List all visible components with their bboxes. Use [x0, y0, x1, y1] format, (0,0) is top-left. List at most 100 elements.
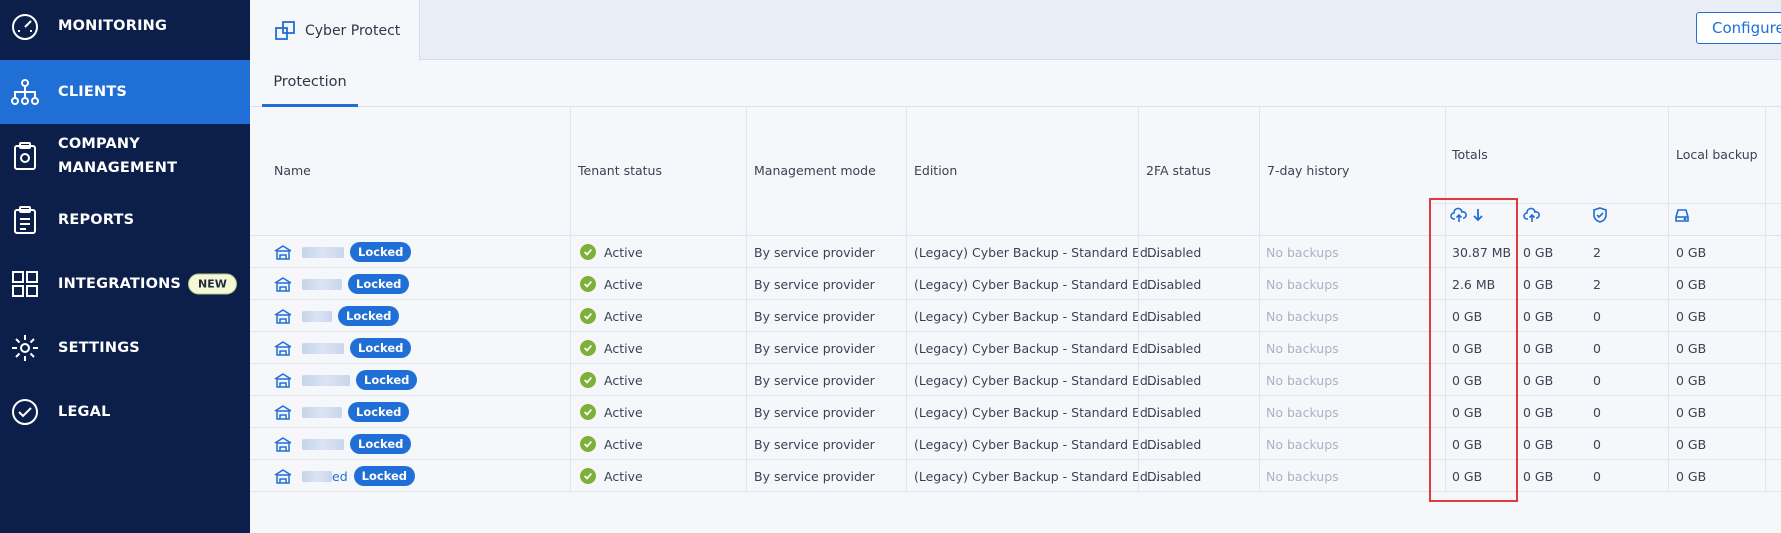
table-row[interactable]: Locked Active By service provider (Legac… [250, 396, 1781, 428]
local-backup: 0 GB [1676, 436, 1707, 452]
locked-badge: Locked [348, 274, 410, 294]
client-name[interactable]: ed [332, 469, 348, 484]
check-icon [580, 340, 596, 356]
col-divider [1765, 236, 1766, 268]
name-cell: Locked [274, 428, 412, 460]
client-name-redacted[interactable] [302, 342, 344, 354]
col-divider [570, 428, 571, 460]
tenant-status-cell: Active [580, 364, 643, 396]
table-row[interactable]: Locked Active By service provider (Legac… [250, 428, 1781, 460]
speedometer-icon [12, 14, 38, 40]
management-mode: By service provider [754, 468, 875, 484]
sidebar-item-legal[interactable]: LEGAL [0, 392, 250, 432]
edition: (Legacy) Cyber Backup - Standard Ed... [914, 244, 1160, 260]
seven-day-history: No backups [1266, 468, 1339, 484]
sub-tabs: Protection [250, 60, 1781, 107]
twofa-status: Disabled [1147, 276, 1202, 292]
tenant-status: Active [604, 404, 643, 420]
client-name-redacted[interactable] [302, 470, 332, 482]
col-divider [906, 460, 907, 492]
client-name-redacted[interactable] [302, 310, 332, 322]
twofa-status: Disabled [1147, 372, 1202, 388]
col-divider [906, 332, 907, 364]
cloud-upload-icon[interactable] [1523, 206, 1541, 224]
tenant-status-cell: Active [580, 236, 643, 268]
col-divider [906, 107, 907, 236]
col-divider [1765, 107, 1766, 236]
locked-badge: Locked [353, 466, 416, 486]
table-row[interactable]: Locked Active By service provider (Legac… [250, 268, 1781, 300]
management-mode: By service provider [754, 308, 875, 324]
configure-button[interactable]: Configure [1696, 12, 1781, 44]
table-row[interactable]: Locked Active By service provider (Legac… [250, 332, 1781, 364]
hard-drive-icon[interactable] [1673, 206, 1691, 224]
col-divider [1668, 107, 1669, 236]
client-name-redacted[interactable] [302, 278, 342, 290]
client-name-redacted[interactable] [302, 374, 350, 386]
col-edition[interactable]: Edition [906, 107, 1138, 236]
seven-day-history: No backups [1266, 372, 1339, 388]
sidebar-item-reports[interactable]: REPORTS [0, 200, 250, 240]
col-divider [1765, 428, 1766, 460]
tab-cyber-protect[interactable]: Cyber Protect [250, 0, 420, 61]
edition: (Legacy) Cyber Backup - Standard Ed... [914, 436, 1160, 452]
integrations-icon [12, 271, 38, 297]
twofa-status: Disabled [1147, 436, 1202, 452]
col-divider [746, 460, 747, 492]
tenant-status: Active [604, 276, 643, 292]
top-bar: Cyber Protect Configure [250, 0, 1781, 61]
edition: (Legacy) Cyber Backup - Standard Ed... [914, 308, 1160, 324]
col-divider [1259, 236, 1260, 268]
name-cell: Locked [274, 396, 410, 428]
client-name-redacted[interactable] [302, 438, 344, 450]
protected-count: 2 [1593, 276, 1601, 292]
table-row[interactable]: Locked Active By service provider (Legac… [250, 364, 1781, 396]
col-management-mode[interactable]: Management mode [746, 107, 906, 236]
col-divider [906, 364, 907, 396]
col-divider [1138, 460, 1139, 492]
client-name-redacted[interactable] [302, 406, 342, 418]
col-divider [1668, 268, 1669, 300]
col-divider [570, 396, 571, 428]
col-divider [1138, 428, 1139, 460]
col-divider [1765, 364, 1766, 396]
table-row[interactable]: Locked Active By service provider (Legac… [250, 236, 1781, 268]
col-divider [1259, 396, 1260, 428]
check-icon [580, 404, 596, 420]
col-name[interactable]: Name [250, 107, 570, 236]
cloud-storage: 0 GB [1523, 340, 1554, 356]
tenant-status: Active [604, 372, 643, 388]
tab-protection[interactable]: Protection [262, 60, 358, 107]
sidebar-item-label: INTEGRATIONS [58, 276, 182, 292]
sidebar-item-settings[interactable]: SETTINGS [0, 328, 250, 368]
table-row[interactable]: Locked Active By service provider (Legac… [250, 300, 1781, 332]
sidebar-item-monitoring[interactable]: MONITORING [0, 0, 250, 53]
client-name-redacted[interactable] [302, 246, 344, 258]
sidebar-item-company-management[interactable]: COMPANY MANAGEMENT [0, 126, 250, 186]
check-circle-icon [12, 399, 38, 425]
col-divider [570, 236, 571, 268]
tenant-status-cell: Active [580, 268, 643, 300]
tenant-status: Active [604, 468, 643, 484]
sidebar-item-integrations[interactable]: INTEGRATIONS NEW [0, 264, 250, 304]
col-divider [1138, 332, 1139, 364]
building-icon [274, 405, 292, 420]
table-row[interactable]: ed Locked Active By service provider (Le… [250, 460, 1781, 492]
col-divider [570, 460, 571, 492]
management-mode: By service provider [754, 404, 875, 420]
col-divider [746, 236, 747, 268]
twofa-status: Disabled [1147, 468, 1202, 484]
col-divider [1259, 268, 1260, 300]
tenant-status-cell: Active [580, 332, 643, 364]
col-divider [1668, 396, 1669, 428]
seven-day-history: No backups [1266, 308, 1339, 324]
check-icon [580, 276, 596, 292]
tab-label: Cyber Protect [305, 22, 401, 39]
shield-check-icon[interactable] [1591, 206, 1609, 224]
local-backup: 0 GB [1676, 404, 1707, 420]
col-tenant-status[interactable]: Tenant status [570, 107, 746, 236]
col-7day-history[interactable]: 7-day history [1259, 107, 1445, 236]
sidebar-item-clients[interactable]: CLIENTS [0, 60, 250, 124]
col-2fa-status[interactable]: 2FA status [1138, 107, 1259, 236]
tenant-status: Active [604, 340, 643, 356]
